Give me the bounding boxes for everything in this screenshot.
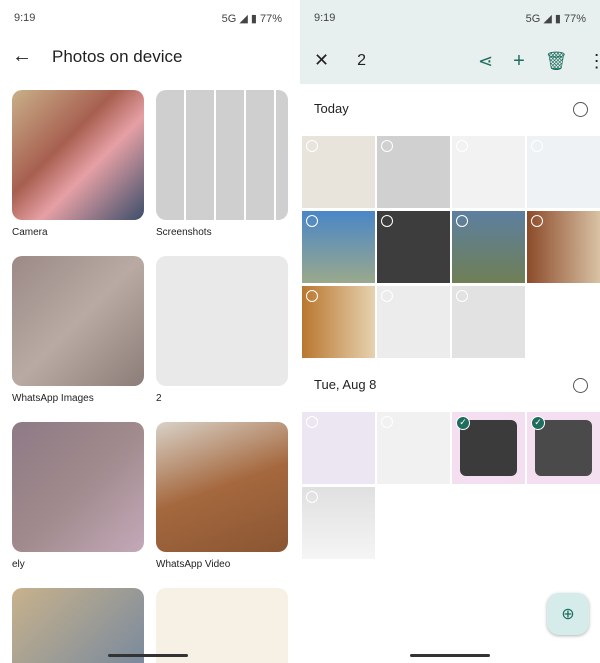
select-checkbox[interactable] <box>381 290 393 302</box>
select-checkbox[interactable] <box>456 140 468 152</box>
photo-thumbnail[interactable] <box>527 211 600 283</box>
select-checkbox[interactable] <box>456 290 468 302</box>
back-arrow-icon[interactable]: ← <box>12 45 32 68</box>
selection-app-bar: 9:19 5G ◢ ▮ 77% ✕ 2 ⋖ + 🗑 ⋮ <box>300 0 600 84</box>
photo-thumbnail[interactable]: ✓ <box>452 412 525 484</box>
photo-thumbnail[interactable] <box>302 286 375 358</box>
album-label: Camera <box>12 227 48 238</box>
select-checkbox[interactable] <box>531 215 543 227</box>
album-label: 2 <box>156 393 162 404</box>
status-time: 9:19 <box>14 12 36 24</box>
select-checkbox[interactable] <box>381 215 393 227</box>
photo-thumbnail[interactable] <box>302 412 375 484</box>
select-checkbox[interactable]: ✓ <box>456 416 470 430</box>
left-panel: 9:19 5G ◢ ▮ 77% ← Photos on device Camer… <box>0 0 296 663</box>
page-title: Photos on device <box>52 46 183 66</box>
zoom-in-button[interactable]: ⊕ <box>547 593 589 635</box>
nav-handle <box>410 654 490 657</box>
network-indicator: 5G <box>525 13 541 25</box>
album-thumbnail[interactable] <box>156 588 288 663</box>
more-options-icon[interactable]: ⋮ <box>588 51 600 72</box>
photo-thumbnail[interactable] <box>302 487 375 559</box>
photo-thumbnail[interactable] <box>377 211 450 283</box>
select-checkbox[interactable] <box>456 215 468 227</box>
photo-thumbnail[interactable] <box>377 412 450 484</box>
select-checkbox[interactable] <box>381 140 393 152</box>
select-checkbox[interactable] <box>531 140 543 152</box>
album-thumbnail[interactable] <box>12 90 144 220</box>
select-checkbox[interactable] <box>381 416 393 428</box>
selected-count: 2 <box>357 51 366 69</box>
album-thumbnail[interactable] <box>12 256 144 386</box>
select-section-checkbox[interactable] <box>573 102 588 117</box>
photo-thumbnail[interactable] <box>302 211 375 283</box>
select-checkbox[interactable]: ✓ <box>531 416 545 430</box>
select-section-checkbox[interactable] <box>573 378 588 393</box>
album-thumbnail[interactable] <box>12 422 144 552</box>
select-checkbox[interactable] <box>306 215 318 227</box>
status-time: 9:19 <box>314 12 336 24</box>
photo-thumbnail[interactable] <box>302 136 375 208</box>
album-thumbnail[interactable] <box>156 90 288 220</box>
photo-thumbnail[interactable] <box>452 286 525 358</box>
photo-thumbnail[interactable] <box>452 211 525 283</box>
photo-thumbnail[interactable] <box>452 136 525 208</box>
album-thumbnail[interactable] <box>156 256 288 386</box>
trash-icon[interactable]: 🗑 <box>545 51 568 72</box>
zoom-in-icon: ⊕ <box>561 606 575 623</box>
select-checkbox[interactable] <box>306 290 318 302</box>
photo-thumbnail[interactable] <box>527 136 600 208</box>
section-header: Tue, Aug 8 <box>314 377 377 392</box>
select-checkbox[interactable] <box>306 416 318 428</box>
album-label: WhatsApp Video <box>156 559 231 570</box>
photo-thumbnail[interactable] <box>377 286 450 358</box>
battery-level: 77% <box>563 13 586 25</box>
network-indicator: 5G <box>221 13 237 25</box>
album-label: Screenshots <box>156 227 212 238</box>
share-icon[interactable]: ⋖ <box>478 51 493 72</box>
add-icon[interactable]: + <box>513 50 525 73</box>
status-bar: 9:19 5G ◢ ▮ 77% <box>14 12 282 25</box>
select-checkbox[interactable] <box>306 491 318 503</box>
right-panel: 9:19 5G ◢ ▮ 77% ✕ 2 ⋖ + 🗑 ⋮ Today Tue, Au… <box>300 0 600 663</box>
battery-level: 77% <box>259 13 282 25</box>
album-thumbnail[interactable] <box>12 588 144 663</box>
photo-thumbnail[interactable] <box>377 136 450 208</box>
nav-handle <box>108 654 188 657</box>
select-checkbox[interactable] <box>306 140 318 152</box>
album-label: WhatsApp Images <box>12 393 94 404</box>
section-header: Today <box>314 101 349 116</box>
album-label: ely <box>12 559 25 570</box>
photo-thumbnail[interactable]: ✓ <box>527 412 600 484</box>
close-icon[interactable]: ✕ <box>314 50 329 71</box>
album-thumbnail[interactable] <box>156 422 288 552</box>
